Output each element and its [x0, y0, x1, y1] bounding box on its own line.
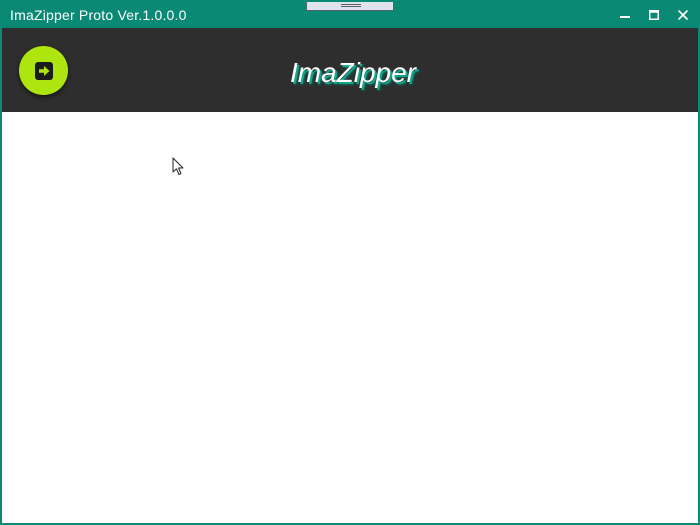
mouse-pointer-icon [172, 157, 184, 175]
drag-grip-handle[interactable] [306, 2, 394, 11]
minimize-button[interactable] [610, 2, 640, 28]
app-window: ImaZipper Proto Ver.1.0.0.0 ImaZipper [0, 0, 700, 525]
app-title: ImaZipper [289, 57, 417, 88]
window-title: ImaZipper Proto Ver.1.0.0.0 [10, 7, 187, 23]
app-header: ImaZipper [2, 28, 698, 112]
close-button[interactable] [668, 2, 698, 28]
minimize-icon [620, 16, 630, 18]
maximize-button[interactable] [639, 2, 669, 28]
close-icon [678, 10, 688, 20]
title-bar[interactable]: ImaZipper Proto Ver.1.0.0.0 [2, 2, 698, 28]
main-content-area[interactable] [2, 112, 698, 523]
grip-lines-icon [341, 4, 361, 7]
maximize-icon [649, 10, 659, 20]
